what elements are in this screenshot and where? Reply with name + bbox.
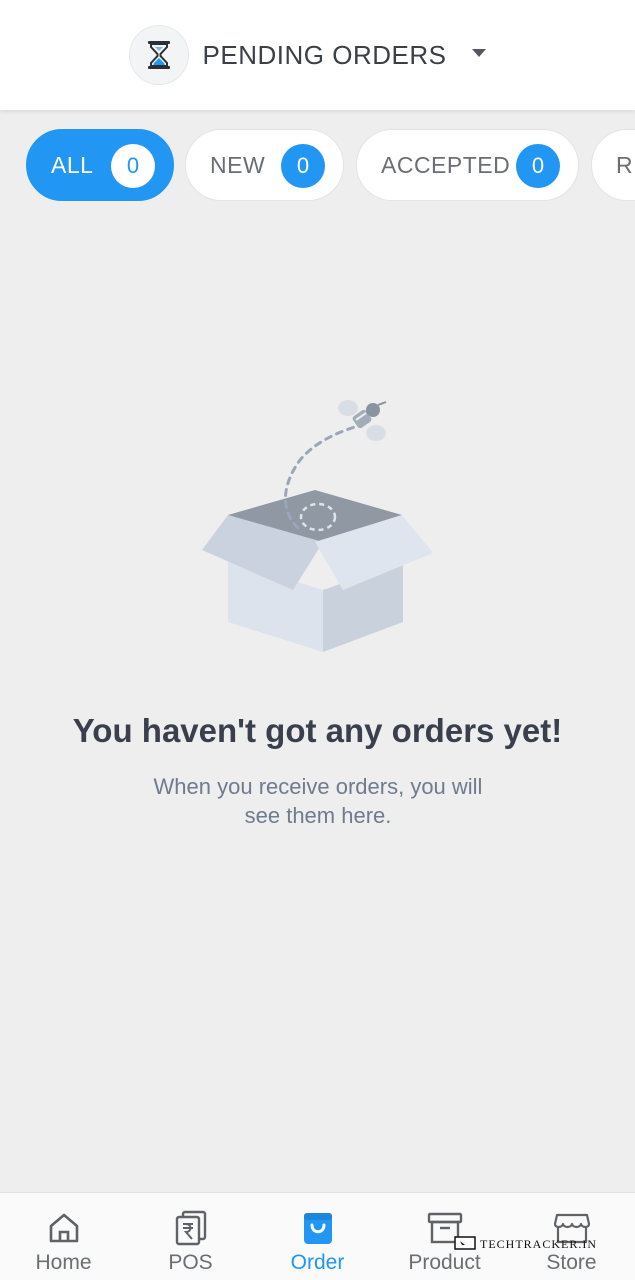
nav-home[interactable]: Home (0, 1193, 127, 1280)
order-status-dropdown[interactable]: PENDING ORDERS (128, 25, 487, 85)
tab-accepted[interactable]: ACCEPTED 0 (356, 129, 579, 201)
nav-label: POS (168, 1251, 213, 1274)
tab-label: RE (616, 151, 635, 178)
subtitle-line: When you receive orders, you will (153, 774, 483, 799)
nav-label: Home (35, 1251, 92, 1274)
tab-label: ALL (51, 151, 94, 178)
receipt-rupee-icon (172, 1209, 210, 1247)
monitor-icon (454, 1236, 476, 1250)
empty-state-subtitle: When you receive orders, you will see th… (118, 772, 518, 830)
tab-all[interactable]: ALL 0 (26, 129, 174, 201)
count-badge: 0 (516, 144, 560, 188)
count-badge: 0 (281, 144, 325, 188)
tab-label: ACCEPTED (381, 151, 511, 178)
count-badge: 0 (111, 144, 155, 188)
caret-down-icon (472, 49, 487, 57)
empty-box-illustration (190, 390, 450, 660)
nav-label: Order (290, 1251, 345, 1274)
subtitle-line: see them here. (244, 803, 392, 828)
tab-label: NEW (210, 151, 266, 178)
page-title: PENDING ORDERS (202, 39, 447, 70)
nav-label: Store (546, 1251, 597, 1274)
tab-partial[interactable]: RE (591, 129, 635, 201)
tab-new[interactable]: NEW 0 (185, 129, 344, 201)
hourglass-icon (128, 25, 189, 85)
shopping-bag-icon (299, 1209, 337, 1247)
status-filter-tabs: ALL 0 NEW 0 ACCEPTED 0 RE (0, 129, 635, 201)
nav-order[interactable]: Order (254, 1193, 381, 1280)
nav-pos[interactable]: POS (127, 1193, 254, 1280)
empty-state-title: You haven't got any orders yet! (72, 712, 563, 749)
app-header: PENDING ORDERS (0, 0, 635, 110)
watermark-text: TECHTRACKER.IN (480, 1236, 597, 1251)
home-icon (45, 1209, 83, 1247)
watermark: TECHTRACKER.IN (454, 1236, 597, 1252)
nav-label: Product (408, 1251, 481, 1274)
